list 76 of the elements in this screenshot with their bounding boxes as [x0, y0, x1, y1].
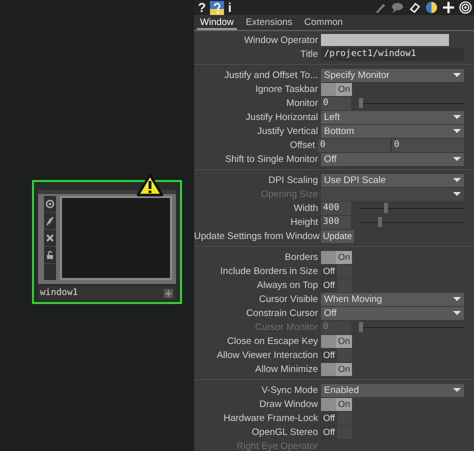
parameter-label: Ignore Taskbar — [254, 84, 319, 94]
lightning-icon[interactable] — [45, 216, 55, 226]
cross-icon[interactable] — [45, 233, 55, 243]
toggle-switch[interactable]: On — [321, 334, 352, 348]
caret-icon — [453, 157, 461, 161]
parameter-label: Allow Viewer Interaction — [216, 350, 319, 360]
caret-icon — [453, 192, 461, 196]
slider-handle[interactable] — [359, 98, 363, 108]
parameter-label: V-Sync Mode — [260, 384, 319, 396]
parameter-label: Hardware Frame-Lock — [222, 412, 319, 424]
dropdown-menu[interactable]: Left — [321, 110, 464, 124]
parameter-label: Height — [290, 216, 319, 228]
parameter-label: OpenGL Stereo — [250, 426, 319, 438]
parameter-label: Justify Vertical — [256, 126, 319, 136]
node-frame[interactable]: window1 — [32, 180, 182, 304]
parameter-label: Constrain Cursor — [245, 308, 319, 318]
parameter-label: Always on Top — [256, 280, 319, 290]
number-field[interactable]: 400 — [321, 202, 351, 214]
dropdown-menu[interactable]: Specify Monitor — [321, 68, 464, 82]
dropdown-menu[interactable]: Bottom — [321, 124, 464, 138]
info-button[interactable]: i — [228, 0, 232, 15]
toggle-switch[interactable]: Off — [321, 348, 352, 362]
number-field[interactable]: 0 — [321, 96, 351, 110]
caret-icon — [453, 129, 461, 133]
input-field[interactable] — [321, 34, 449, 46]
target-icon[interactable] — [45, 199, 55, 209]
parameter-label: Monitor — [285, 98, 319, 108]
caret-icon — [453, 297, 461, 301]
parameter-label: Window Operator — [243, 34, 319, 46]
dropdown-menu[interactable]: Off — [321, 306, 464, 320]
parameter-label: Close on Escape Key — [226, 336, 319, 346]
parameter-label: Width — [292, 202, 319, 214]
toggle-switch[interactable]: Off — [321, 412, 352, 424]
text-field[interactable]: /project1/window1 — [321, 48, 464, 60]
toggle-switch[interactable]: Off — [321, 264, 352, 278]
parameter-label: Allow Minimize — [254, 364, 319, 374]
speech-bubble-icon[interactable] — [391, 1, 404, 14]
slider-handle[interactable] — [384, 202, 388, 212]
node-name: window1 — [39, 288, 78, 298]
number-field[interactable]: 300 — [321, 216, 351, 228]
tab[interactable]: Common — [301, 17, 346, 30]
caret-icon — [453, 73, 461, 77]
caret-icon — [453, 388, 461, 392]
help-icon[interactable] — [210, 0, 224, 14]
lock-icon[interactable] — [45, 250, 55, 260]
parameter-label: Borders — [284, 252, 319, 262]
parameter-label: Title — [299, 48, 319, 60]
dropdown-menu[interactable]: When Moving — [321, 292, 464, 306]
toggle-switch[interactable]: On — [321, 82, 352, 96]
help-button[interactable]: ? — [198, 0, 206, 15]
dropdown-menu[interactable]: Use DPI Scale — [321, 174, 464, 186]
toggle-switch[interactable]: On — [321, 250, 352, 264]
parameter-label: Update Settings from Window — [194, 230, 321, 242]
caret-icon — [453, 178, 461, 182]
number-field[interactable]: 0 — [392, 138, 464, 152]
parameter-label: Include Borders in Size — [219, 266, 319, 276]
dropdown-menu[interactable]: Off — [321, 152, 464, 166]
caret-icon — [453, 115, 461, 119]
tab[interactable]: Window — [197, 17, 237, 30]
toggle-switch[interactable]: Off — [321, 426, 352, 438]
parameter-label: DPI Scaling — [267, 174, 319, 186]
tab[interactable]: Extensions — [242, 17, 296, 30]
parameter-label: Justify Horizontal — [244, 112, 319, 122]
number-field[interactable]: 0 — [318, 138, 390, 152]
caret-icon — [453, 311, 461, 315]
toggle-switch[interactable]: On — [321, 398, 352, 410]
slider-handle[interactable] — [378, 216, 382, 226]
parameter-label: Offset — [288, 140, 316, 150]
dropdown-menu[interactable]: Enabled — [321, 384, 464, 396]
toggle-switch[interactable]: On — [321, 362, 352, 376]
parameter-label: Justify and Offset To... — [223, 70, 319, 80]
toggle-switch[interactable]: Off — [321, 278, 352, 292]
parameter-label: Shift to Single Monitor — [224, 154, 319, 164]
parameter-label: Cursor Visible — [258, 294, 319, 304]
parameter-label: Draw Window — [258, 398, 319, 410]
update-button[interactable]: Update — [321, 230, 354, 242]
